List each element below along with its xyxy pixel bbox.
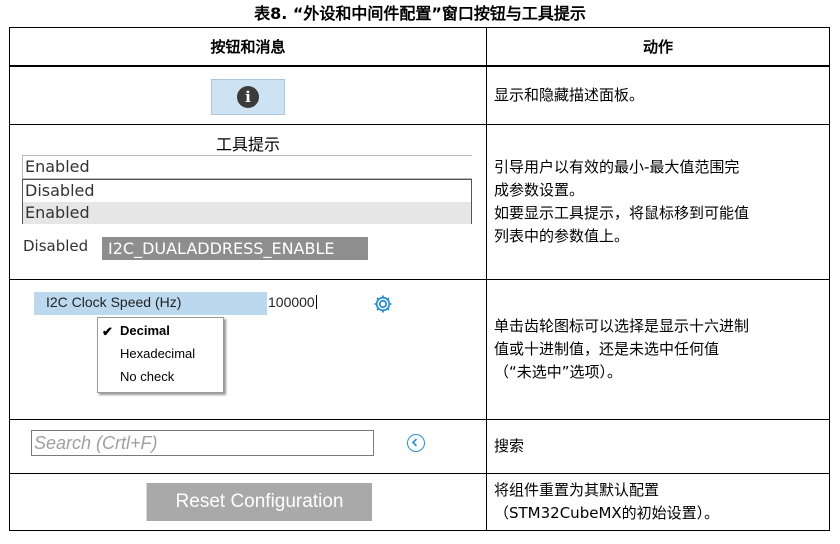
- action-line: 将组件重置为其默认配置: [494, 481, 660, 499]
- action-line: 单击齿轮图标可以选择是显示十六进制: [494, 317, 750, 335]
- menu-item-hexadecimal[interactable]: Hexadecimal: [120, 346, 195, 361]
- param-value-input[interactable]: 100000: [268, 294, 317, 310]
- ui-cell: I2C Clock Speed (Hz) 100000 ✔ Decimal He…: [9, 279, 487, 420]
- dropdown-option[interactable]: Disabled: [23, 180, 471, 202]
- ui-cell: Search (Crtl+F): [9, 419, 487, 474]
- tooltip-heading: 工具提示: [215, 135, 280, 154]
- info-button[interactable]: i: [211, 78, 285, 115]
- dropdown-option-selected[interactable]: Enabled: [23, 202, 471, 224]
- action-cell: 显示和隐藏描述面板。: [486, 65, 830, 125]
- checkmark-icon: ✔: [102, 324, 113, 339]
- tooltip-popup: I2C_DUALADDRESS_ENABLE: [102, 237, 368, 260]
- search-nav-icon[interactable]: [407, 434, 425, 452]
- value-dropdown-list: Disabled Enabled: [22, 179, 472, 224]
- table-row: 工具提示 Enabled Disabled Enabled Disabled I…: [9, 124, 830, 280]
- menu-item-no-check[interactable]: No check: [120, 369, 174, 384]
- action-line: 如要显示工具提示，将鼠标移到可能值: [494, 204, 750, 222]
- action-line: （STM32CubeMX的初始设置）。: [494, 504, 720, 522]
- ui-cell: Reset Configuration: [9, 473, 487, 531]
- action-line: 成参数设置。: [494, 181, 585, 199]
- action-cell: 将组件重置为其默认配置 （STM32CubeMX的初始设置）。: [486, 473, 830, 531]
- table-row: i 显示和隐藏描述面板。: [9, 65, 830, 125]
- header-buttons-messages: 按钮和消息: [9, 27, 487, 67]
- menu-item-decimal[interactable]: Decimal: [120, 323, 170, 338]
- table-row: Reset Configuration 将组件重置为其默认配置 （STM32Cu…: [9, 473, 830, 531]
- search-input[interactable]: Search (Crtl+F): [31, 430, 374, 456]
- action-line: 列表中的参数值上。: [494, 227, 630, 245]
- format-menu: ✔ Decimal Hexadecimal No check: [97, 317, 224, 393]
- table-caption: 表8. “外设和中间件配置”窗口按钮与工具提示: [254, 4, 586, 23]
- param-value-text: Disabled: [23, 237, 89, 255]
- action-cell: 引导用户以有效的最小-最大值范围完 成参数设置。 如要显示工具提示，将鼠标移到可…: [486, 124, 830, 280]
- gear-icon[interactable]: [372, 293, 394, 315]
- param-label: I2C Clock Speed (Hz): [46, 294, 182, 310]
- action-line: 值或十进制值，还是未选中任何值: [494, 340, 720, 358]
- param-value-field[interactable]: Enabled: [22, 155, 472, 179]
- table-header-row: 按钮和消息 动作: [9, 27, 830, 67]
- buttons-table: 按钮和消息 动作 i 显示和隐藏描述面板。 工具提示 Enabled Disab…: [9, 27, 830, 531]
- action-cell: 单击齿轮图标可以选择是显示十六进制 值或十进制值，还是未选中任何值 （“未选中”…: [486, 279, 830, 420]
- table-row: I2C Clock Speed (Hz) 100000 ✔ Decimal He…: [9, 279, 830, 420]
- action-cell: 搜索: [486, 419, 830, 474]
- reset-configuration-button[interactable]: Reset Configuration: [146, 483, 372, 521]
- action-line: 引导用户以有效的最小-最大值范围完: [494, 158, 740, 176]
- info-icon: i: [237, 85, 259, 108]
- ui-cell: 工具提示 Enabled Disabled Enabled Disabled I…: [9, 124, 487, 280]
- action-line: 搜索: [494, 437, 525, 455]
- header-action: 动作: [486, 27, 830, 67]
- ui-cell: i: [9, 65, 487, 125]
- table-row: Search (Crtl+F) 搜索: [9, 419, 830, 474]
- action-line: 显示和隐藏描述面板。: [494, 85, 645, 104]
- action-line: （“未选中”选项）。: [494, 363, 623, 381]
